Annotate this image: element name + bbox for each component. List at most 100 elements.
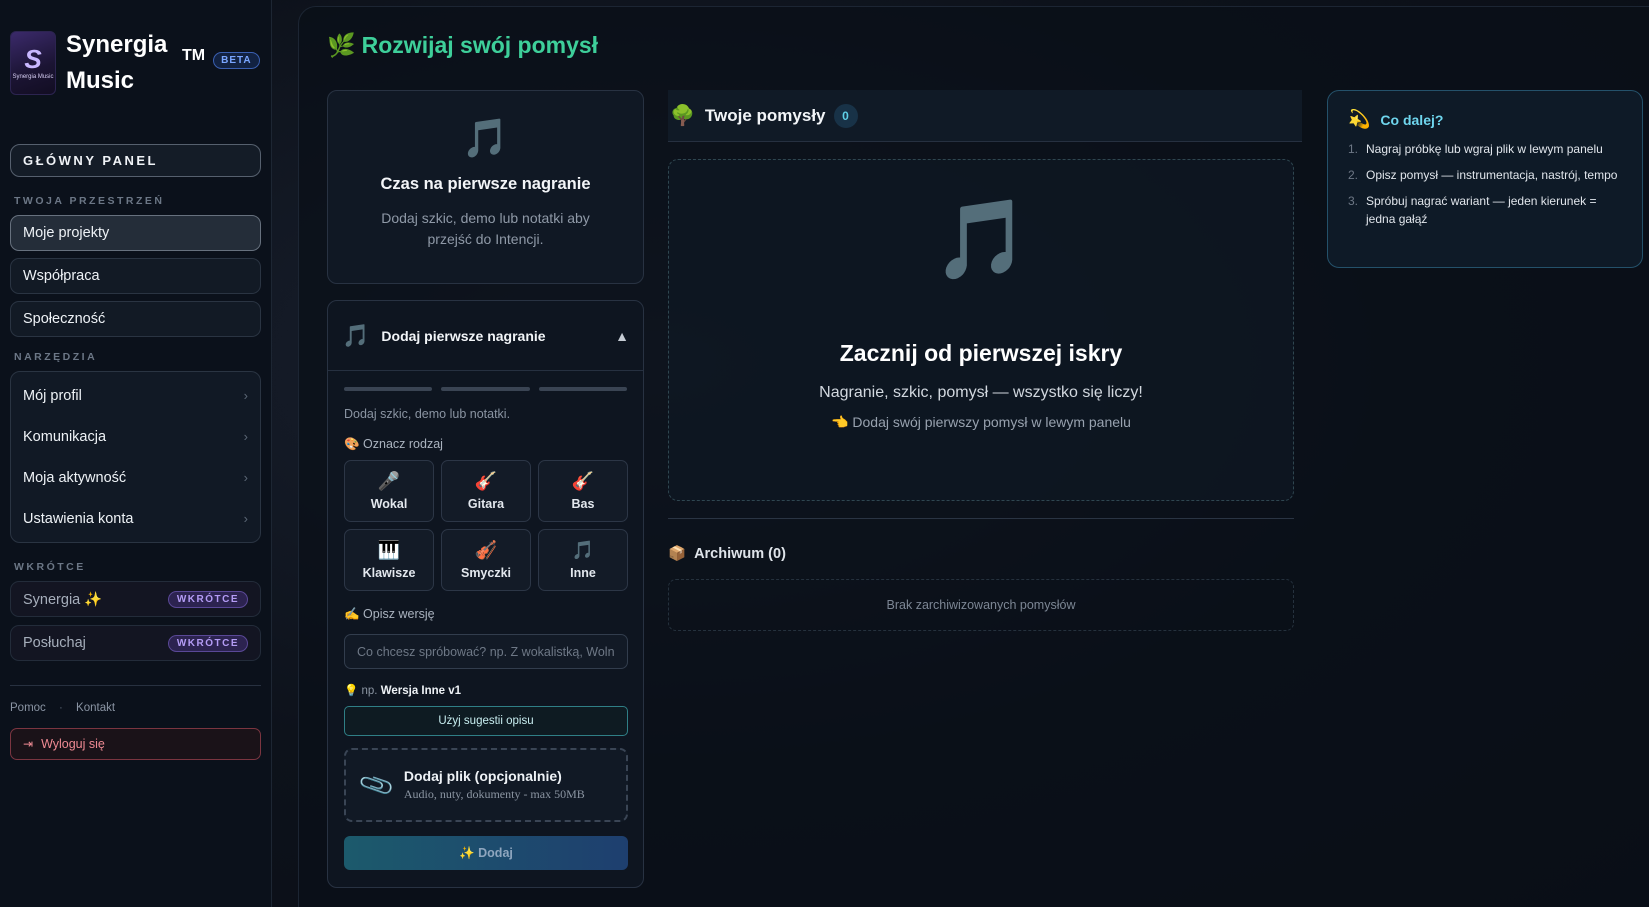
type-bass-button[interactable]: 🎸 Bas (538, 460, 628, 522)
music-note-icon: 🎵 (571, 540, 595, 560)
file-dropzone-title: Dodaj plik (opcjonalnie) (403, 768, 562, 784)
sidebar: S Synergia Music Synergia Music TM BETA … (0, 0, 272, 907)
tool-item-label: Ustawienia konta (23, 510, 134, 527)
tool-item-activity[interactable]: Moja aktywność › (11, 457, 260, 498)
suggestion-prefix: 💡 np. (344, 685, 378, 697)
type-label-text: Smyczki (460, 566, 512, 580)
footer-separator: · (59, 702, 63, 714)
soon-item-label: Synergia ✨ (23, 591, 103, 608)
trademark: TM (182, 47, 206, 64)
brand: S Synergia Music Synergia Music TM BETA (10, 0, 261, 124)
soon-item-listen[interactable]: Posłuchaj WKRÓTCE (10, 625, 261, 661)
type-label-text: Wokal (370, 497, 408, 511)
first-recording-title: Czas na pierwsze nagranie (380, 175, 591, 193)
file-dropzone-subtitle: Audio, nuty, dokumenty - max 50MB (403, 787, 585, 801)
next-steps-title: Co dalej? (1380, 111, 1444, 128)
paperclip-icon: 📎 (357, 765, 397, 805)
dizzy-icon: 💫 (1348, 109, 1371, 129)
main-panel-button[interactable]: GŁÓWNY PANEL (10, 144, 261, 177)
archive-empty: Brak zarchiwizowanych pomysłów (668, 579, 1294, 631)
list-item: 2. Opisz pomysł — instrumentacja, nastró… (1348, 166, 1622, 184)
tool-item-label: Mój profil (23, 387, 82, 404)
describe-label: ✍️ Opisz wersję (344, 607, 435, 621)
suggestion-value: Wersja Inne v1 (380, 685, 462, 697)
list-text: Nagraj próbkę lub wgraj plik w lewym pan… (1366, 142, 1603, 156)
ideas-count-badge: 0 (833, 103, 858, 128)
page-title: 🌿 Rozwijaj swój pomysł (327, 32, 598, 59)
next-steps-list: 1. Nagraj próbkę lub wgraj plik w lewym … (1348, 140, 1622, 228)
empty-state-hint: 👈 Dodaj swój pierwszy pomysł w lewym pan… (831, 414, 1131, 430)
add-recording-hint: Dodaj szkic, demo lub notatki. (344, 407, 511, 421)
tool-item-profile[interactable]: Mój profil › (11, 375, 260, 416)
soon-item-synergia[interactable]: Synergia ✨ WKRÓTCE (10, 581, 261, 617)
use-suggestion-button[interactable]: Użyj sugestii opisu (344, 706, 628, 736)
logout-button[interactable]: ⇥ Wyloguj się (10, 728, 261, 760)
nav-item-my-projects[interactable]: Moje projekty (10, 215, 261, 251)
chevron-right-icon: › (243, 470, 248, 485)
app-logo[interactable]: S Synergia Music (10, 31, 56, 95)
nav-item-community[interactable]: Społeczność (10, 301, 261, 337)
type-other-button[interactable]: 🎵 Inne (538, 529, 628, 591)
tool-item-communication[interactable]: Komunikacja › (11, 416, 260, 457)
music-notes-icon: 🎵 (932, 195, 1030, 283)
logout-icon: ⇥ (23, 737, 34, 751)
tool-item-label: Komunikacja (23, 428, 107, 445)
soon-item-label: Posłuchaj (23, 635, 86, 651)
empty-state-subtitle: Nagranie, szkic, pomysł — wszystko się l… (819, 384, 1143, 401)
add-submit-button[interactable]: ✨ Dodaj (344, 836, 628, 870)
type-label-text: Inne (570, 566, 596, 580)
type-keys-button[interactable]: 🎹 Klawisze (344, 529, 434, 591)
list-text: Opisz pomysł — instrumentacja, nastrój, … (1366, 168, 1618, 182)
list-number: 1. (1348, 142, 1359, 156)
sidebar-divider (10, 685, 261, 686)
microphone-icon: 🎤 (377, 471, 401, 491)
tree-icon: 🌳 (670, 105, 695, 127)
help-link[interactable]: Pomoc (10, 702, 46, 714)
first-recording-text: Dodaj szkic, demo lub notatki aby przejś… (381, 210, 590, 247)
type-label-text: Bas (571, 497, 595, 511)
logout-label: Wyloguj się (41, 737, 105, 751)
section-label-soon: WKRÓTCE (14, 561, 86, 573)
progress-step (441, 387, 530, 391)
type-label-text: Gitara (467, 497, 505, 511)
type-strings-button[interactable]: 🎻 Smyczki (441, 529, 531, 591)
keyboard-icon: 🎹 (377, 540, 401, 560)
tool-item-label: Moja aktywność (23, 469, 127, 486)
guitar-icon: 🎸 (474, 471, 498, 491)
section-label-tools: NARZĘDZIA (14, 351, 98, 363)
list-number: 3. (1348, 194, 1359, 208)
contact-link[interactable]: Kontakt (76, 702, 115, 714)
guitar-icon: 🎸 (571, 471, 595, 491)
add-recording-panel: 🎵 Dodaj pierwsze nagranie ▲ Dodaj szkic,… (327, 300, 644, 888)
type-vocal-button[interactable]: 🎤 Wokal (344, 460, 434, 522)
package-icon: 📦 (668, 546, 687, 562)
next-steps-header: 💫 Co dalej? (1348, 109, 1622, 130)
violin-icon: 🎻 (474, 540, 498, 560)
beta-badge: BETA (213, 51, 260, 69)
ideas-empty-state: 🎵 Zacznij od pierwszej iskry Nagranie, s… (668, 159, 1294, 501)
chevron-right-icon: › (243, 429, 248, 444)
list-text: Spróbuj nagrać wariant — jeden kierunek … (1366, 194, 1597, 226)
ideas-header: 🌳 Twoje pomysły 0 (668, 90, 1302, 142)
list-item: 3. Spróbuj nagrać wariant — jeden kierun… (1348, 192, 1622, 228)
archive-title: Archiwum (0) (694, 546, 786, 562)
logo-text: Synergia Music (12, 74, 54, 80)
file-dropzone[interactable]: 📎 Dodaj plik (opcjonalnie) Audio, nuty, … (344, 748, 628, 822)
add-recording-header[interactable]: 🎵 Dodaj pierwsze nagranie ▲ (328, 301, 643, 371)
ideas-title: Twoje pomysły (704, 105, 826, 125)
logo-letter: S (24, 44, 42, 74)
type-grid: 🎤 Wokal 🎸 Gitara 🎸 Bas 🎹 Klawisze 🎻 Smyc… (344, 460, 628, 591)
progress-step (344, 387, 433, 391)
tool-item-account-settings[interactable]: Ustawienia konta › (11, 498, 260, 539)
progress-step (538, 387, 627, 391)
music-note-icon: 🎵 (461, 118, 510, 160)
type-label-text: Klawisze (362, 566, 416, 580)
collapse-caret-icon[interactable]: ▲ (615, 328, 629, 344)
archive-header[interactable]: 📦 Archiwum (0) (668, 545, 786, 562)
version-description-input[interactable] (344, 634, 628, 669)
add-recording-title: Dodaj pierwsze nagranie (381, 327, 546, 344)
list-item: 1. Nagraj próbkę lub wgraj plik w lewym … (1348, 140, 1622, 158)
nav-item-collaboration[interactable]: Współpraca (10, 258, 261, 294)
suggestion-text: 💡 np. Wersja Inne v1 (344, 683, 627, 697)
type-guitar-button[interactable]: 🎸 Gitara (441, 460, 531, 522)
